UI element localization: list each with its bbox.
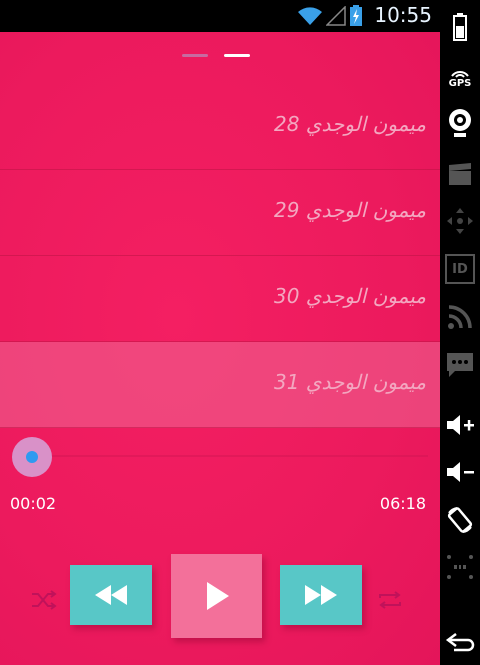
back-icon[interactable] [440,625,480,659]
wifi-icon [298,7,322,26]
shuffle-icon [32,590,57,610]
total-time: 06:18 [379,494,426,513]
seek-thumb[interactable] [12,437,52,477]
signal-icon [326,6,346,26]
repeat-button[interactable] [376,586,404,614]
emulator-sidebar: GPS ID [440,0,480,665]
status-time: 10:55 [374,3,432,27]
battery-charging-icon [350,5,362,26]
page-dot-1[interactable] [182,54,208,57]
track-title: ميمون الوجدي 30 [274,284,426,308]
scale-icon[interactable] [440,550,480,584]
shuffle-button[interactable] [30,586,58,614]
rotate-icon[interactable] [440,502,480,538]
previous-button[interactable] [70,565,152,625]
next-button[interactable] [280,565,362,625]
volume-down-icon[interactable] [440,455,480,489]
playlist: ميمون الوجدي 28 ميمون الوجدي 29 ميمون ال… [0,84,440,428]
playlist-item[interactable]: ميمون الوجدي 29 [0,170,440,256]
battery-icon [440,10,480,44]
gps-icon[interactable]: GPS [440,60,480,94]
id-label: ID [445,254,475,284]
current-time: 00:02 [10,494,57,513]
track-title: ميمون الوجدي 28 [274,112,426,136]
camera-icon[interactable] [440,105,480,141]
repeat-icon [379,591,401,609]
volume-up-icon[interactable] [440,408,480,442]
id-icon[interactable]: ID [440,252,480,286]
status-bar: 10:55 [0,0,440,32]
seek-thumb-core [26,451,38,463]
playlist-item[interactable]: ميمون الوجدي 30 [0,256,440,342]
gps-label: GPS [448,77,472,89]
fast-forward-icon [305,585,337,605]
seek-bar[interactable] [18,455,428,457]
message-icon[interactable] [440,348,480,382]
page-dot-2[interactable] [224,54,250,57]
clapperboard-icon[interactable] [440,158,480,190]
play-icon [206,582,229,610]
playlist-item[interactable]: ميمون الوجدي 28 [0,84,440,170]
music-player-app: ميمون الوجدي 28 ميمون الوجدي 29 ميمون ال… [0,32,440,665]
playlist-item-active[interactable]: ميمون الوجدي 31 [0,342,440,428]
play-button[interactable] [171,554,262,638]
page-indicator [182,54,252,58]
dpad-icon[interactable] [440,205,480,237]
track-title: ميمون الوجدي 29 [274,198,426,222]
rewind-icon [95,585,127,605]
track-title: ميمون الوجدي 31 [274,370,426,394]
rss-icon[interactable] [440,300,480,334]
